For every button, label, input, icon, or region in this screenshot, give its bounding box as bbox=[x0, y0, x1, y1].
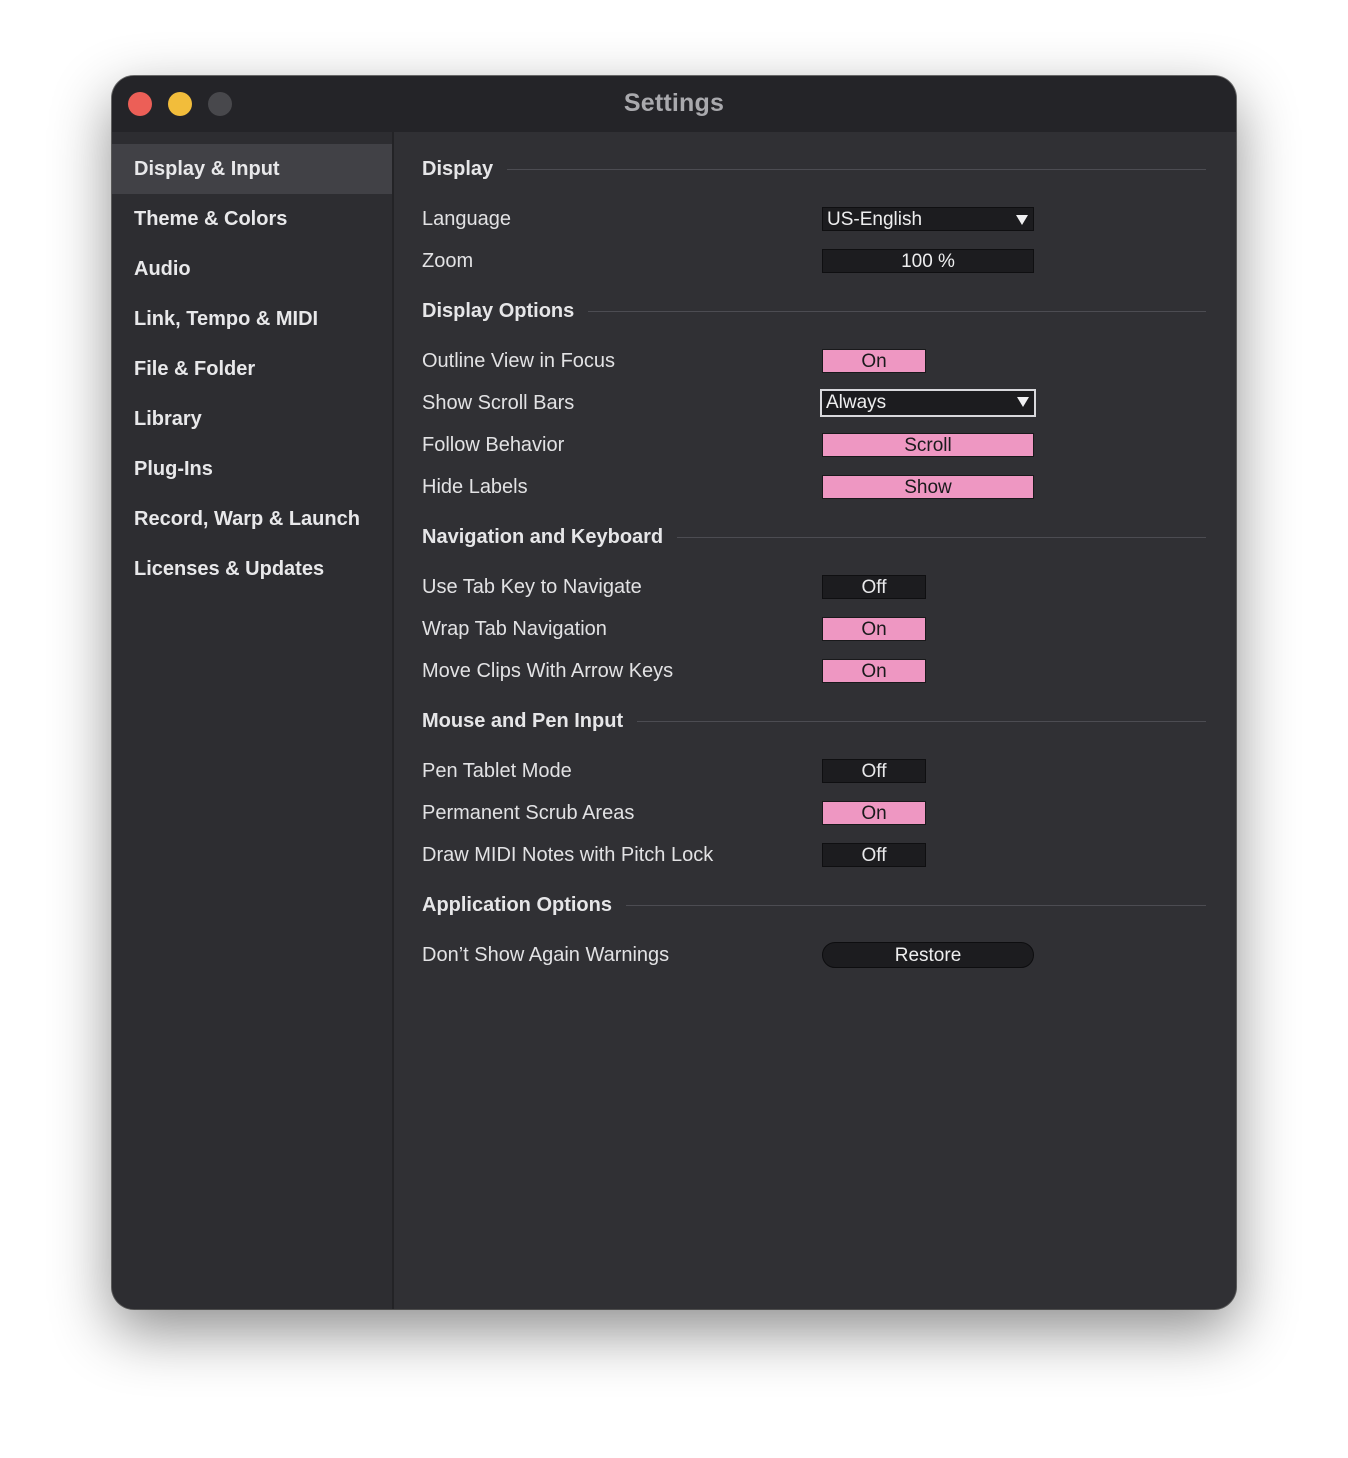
pitch-lock-label: Draw MIDI Notes with Pitch Lock bbox=[422, 844, 714, 866]
section-title: Application Options bbox=[422, 893, 612, 916]
outline-view-toggle[interactable]: On bbox=[822, 349, 926, 373]
section-divider bbox=[677, 536, 1206, 538]
hide-labels-button[interactable]: Show bbox=[822, 475, 1034, 499]
window-title: Settings bbox=[623, 89, 725, 117]
sidebar-item-audio[interactable]: Audio bbox=[112, 244, 392, 294]
scrub-areas-label: Permanent Scrub Areas bbox=[422, 802, 635, 824]
language-value: US-English bbox=[827, 209, 923, 230]
section-title: Navigation and Keyboard bbox=[422, 525, 664, 548]
section-display: Display bbox=[422, 154, 1206, 184]
sidebar: Display & Input Theme & Colors Audio Lin… bbox=[112, 132, 394, 1309]
scroll-bars-dropdown[interactable]: Always bbox=[820, 389, 1036, 417]
sidebar-item-library[interactable]: Library bbox=[112, 394, 392, 444]
section-title: Mouse and Pen Input bbox=[422, 709, 624, 732]
sidebar-item-file-folder[interactable]: File & Folder bbox=[112, 344, 392, 394]
zoom-label: Zoom bbox=[422, 250, 474, 272]
sidebar-item-link-tempo-midi[interactable]: Link, Tempo & MIDI bbox=[112, 294, 392, 344]
zoom-field[interactable]: 100 % bbox=[822, 249, 1034, 273]
section-application-options: Application Options bbox=[422, 890, 1206, 920]
section-mouse-pen: Mouse and Pen Input bbox=[422, 706, 1206, 736]
sidebar-item-licenses-updates[interactable]: Licenses & Updates bbox=[112, 544, 392, 594]
hide-labels-label: Hide Labels bbox=[422, 476, 528, 498]
title-bar: Settings bbox=[112, 76, 1236, 132]
sidebar-item-theme-colors[interactable]: Theme & Colors bbox=[112, 194, 392, 244]
section-navigation-keyboard: Navigation and Keyboard bbox=[422, 522, 1206, 552]
section-divider bbox=[588, 310, 1206, 312]
wrap-tab-toggle[interactable]: On bbox=[822, 617, 926, 641]
tab-key-label: Use Tab Key to Navigate bbox=[422, 576, 642, 598]
wrap-tab-label: Wrap Tab Navigation bbox=[422, 618, 607, 640]
sidebar-item-display-input[interactable]: Display & Input bbox=[112, 144, 392, 194]
language-label: Language bbox=[422, 208, 511, 230]
scrub-areas-toggle[interactable]: On bbox=[822, 801, 926, 825]
scroll-bars-label: Show Scroll Bars bbox=[422, 392, 575, 414]
pen-tablet-toggle[interactable]: Off bbox=[822, 759, 926, 783]
section-divider bbox=[637, 720, 1206, 722]
language-dropdown[interactable]: US-English bbox=[822, 207, 1034, 231]
settings-window: Settings Display & Input Theme & Colors … bbox=[112, 76, 1236, 1309]
restore-button[interactable]: Restore bbox=[822, 942, 1034, 968]
section-display-options: Display Options bbox=[422, 296, 1206, 326]
sidebar-item-record-warp-launch[interactable]: Record, Warp & Launch bbox=[112, 494, 392, 544]
pitch-lock-toggle[interactable]: Off bbox=[822, 843, 926, 867]
section-divider bbox=[507, 168, 1206, 170]
outline-view-label: Outline View in Focus bbox=[422, 350, 616, 372]
follow-behavior-label: Follow Behavior bbox=[422, 434, 565, 456]
settings-content: Display Language US-English Zoom 100 % D… bbox=[394, 132, 1236, 1309]
sidebar-item-plug-ins[interactable]: Plug-Ins bbox=[112, 444, 392, 494]
move-clips-label: Move Clips With Arrow Keys bbox=[422, 660, 674, 682]
scroll-bars-value: Always bbox=[826, 392, 887, 413]
warnings-label: Don’t Show Again Warnings bbox=[422, 944, 670, 966]
follow-behavior-button[interactable]: Scroll bbox=[822, 433, 1034, 457]
section-divider bbox=[626, 904, 1206, 906]
pen-tablet-label: Pen Tablet Mode bbox=[422, 760, 572, 782]
triangle-down-icon bbox=[1017, 397, 1029, 407]
triangle-down-icon bbox=[1016, 215, 1028, 225]
section-title: Display bbox=[422, 157, 494, 180]
move-clips-toggle[interactable]: On bbox=[822, 659, 926, 683]
section-title: Display Options bbox=[422, 299, 575, 322]
tab-key-toggle[interactable]: Off bbox=[822, 575, 926, 599]
